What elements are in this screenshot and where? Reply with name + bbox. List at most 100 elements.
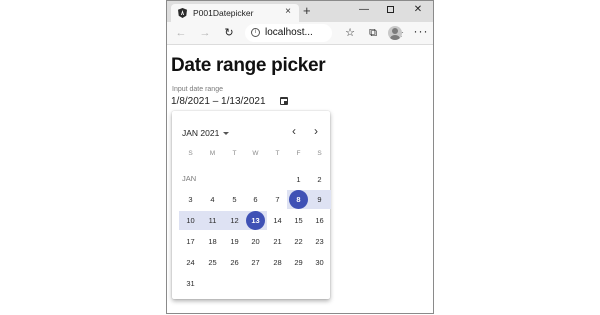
calendar-day[interactable]: 19	[224, 231, 245, 252]
minimize-icon[interactable]: —	[351, 2, 377, 18]
address-bar[interactable]: i localhost... ☆	[245, 24, 404, 42]
date-range-label: Input date range	[172, 86, 223, 93]
calendar-day-label: 3	[188, 195, 193, 204]
collections-icon[interactable]: ⧉	[365, 26, 381, 40]
calendar-day[interactable]: 9	[309, 189, 330, 210]
period-label[interactable]: JAN 2021	[182, 128, 219, 138]
calendar-day[interactable]: 15	[288, 210, 309, 231]
calendar-day[interactable]: 21	[267, 231, 288, 252]
calendar-day-label: 18	[208, 237, 217, 246]
previous-month-icon[interactable]: ‹	[287, 125, 301, 139]
calendar-day-label: 5	[232, 195, 237, 204]
weekday-label: F	[296, 150, 301, 157]
profile-icon[interactable]	[388, 26, 402, 40]
back-icon[interactable]: ←	[173, 26, 189, 40]
browser-toolbar: ← → ↻ i localhost... ☆ ☆ ⧉ ···	[167, 22, 433, 45]
range-end-day[interactable]: 13	[245, 210, 266, 231]
tab-close-icon[interactable]: ×	[285, 6, 291, 18]
weekday-label: S	[188, 150, 193, 157]
angular-icon	[178, 8, 187, 18]
month-label: JAN	[182, 174, 197, 183]
range-start-day[interactable]: 8	[288, 189, 309, 210]
period-button[interactable]: JAN 2021	[182, 128, 230, 138]
calendar-day[interactable]: 2	[309, 169, 330, 190]
calendar-day-label: 30	[315, 258, 324, 267]
calendar-day[interactable]: 22	[288, 231, 309, 252]
calendar-day[interactable]: 20	[245, 231, 266, 252]
info-icon[interactable]: i	[251, 28, 260, 37]
calendar-day-label: 14	[273, 216, 282, 225]
maximize-icon[interactable]	[377, 2, 403, 18]
calendar-day-label: 1	[296, 175, 301, 184]
date-range-input[interactable]: 1/8/2021 – 1/13/2021	[171, 96, 266, 107]
browser-window: P001Datepicker × + — ✕ ← → ↻ i localhost…	[166, 0, 434, 314]
address-text[interactable]: localhost...	[265, 27, 313, 38]
weekday-label: T	[275, 150, 280, 157]
calendar-day[interactable]: 29	[288, 252, 309, 273]
calendar-day[interactable]: 26	[224, 252, 245, 273]
tab-title: P001Datepicker	[193, 8, 254, 18]
forward-icon[interactable]: →	[197, 26, 213, 40]
calendar-day-label: 29	[294, 258, 303, 267]
calendar-day[interactable]: 31	[180, 273, 201, 294]
calendar-day-label: 15	[294, 216, 303, 225]
weekday-label: M	[209, 150, 216, 157]
calendar-day[interactable]: 6	[245, 189, 266, 210]
title-bar: P001Datepicker × + — ✕	[167, 1, 433, 22]
new-tab-icon[interactable]: +	[303, 4, 311, 18]
calendar-day-label: 9	[317, 195, 322, 204]
calendar-day[interactable]: 5	[224, 189, 245, 210]
calendar-day[interactable]: 24	[180, 252, 201, 273]
calendar-day-label: 6	[253, 195, 258, 204]
close-icon[interactable]: ✕	[405, 2, 431, 18]
browser-tab[interactable]: P001Datepicker ×	[171, 4, 299, 22]
calendar-day-label: 16	[315, 216, 324, 225]
calendar-day[interactable]: 25	[202, 252, 223, 273]
calendar-day[interactable]: 23	[309, 231, 330, 252]
calendar-day-label: 25	[208, 258, 217, 267]
calendar-day[interactable]: 3	[180, 189, 201, 210]
more-icon[interactable]: ···	[413, 24, 429, 38]
calendar-day-label: 11	[208, 216, 217, 225]
calendar-day-label: 4	[210, 195, 215, 204]
weekday-label: W	[252, 150, 259, 157]
reload-icon[interactable]: ↻	[221, 26, 237, 40]
calendar-day-label: 22	[294, 237, 303, 246]
favorites-icon[interactable]: ☆	[342, 26, 358, 40]
calendar-day-label: 12	[230, 216, 239, 225]
calendar-day-label: 27	[251, 258, 260, 267]
calendar-day-label: 8	[296, 195, 301, 204]
calendar-toggle-icon[interactable]	[280, 97, 288, 105]
calendar-day-label: 13	[251, 216, 260, 225]
calendar-day[interactable]: 16	[309, 210, 330, 231]
calendar-day[interactable]: 10	[180, 210, 201, 231]
next-month-icon[interactable]: ›	[309, 125, 323, 139]
calendar-popup: JAN 2021 ‹ › JAN S M T W T F S 1 2 3 4 5 6 7 8 9 10 11 12 1…	[172, 111, 331, 299]
calendar-day-label: 26	[230, 258, 239, 267]
calendar-day-label: 20	[251, 237, 260, 246]
calendar-day-label: 17	[186, 237, 195, 246]
page-title: Date range picker	[171, 55, 326, 76]
calendar-day[interactable]: 18	[202, 231, 223, 252]
calendar-day[interactable]: 1	[288, 169, 309, 190]
calendar-day-label: 10	[186, 216, 195, 225]
calendar-day-label: 2	[317, 175, 322, 184]
calendar-day-label: 28	[273, 258, 282, 267]
calendar-day-label: 24	[186, 258, 195, 267]
calendar-day[interactable]: 17	[180, 231, 201, 252]
calendar-day[interactable]: 12	[224, 210, 245, 231]
calendar-day[interactable]: 28	[267, 252, 288, 273]
calendar-day-label: 19	[230, 237, 239, 246]
calendar-day[interactable]: 4	[202, 189, 223, 210]
calendar-day[interactable]: 7	[267, 189, 288, 210]
chevron-down-icon[interactable]	[223, 132, 230, 136]
calendar-day[interactable]: 27	[245, 252, 266, 273]
weekday-label: S	[317, 150, 322, 157]
calendar-day-label: 21	[273, 237, 282, 246]
weekday-label: T	[232, 150, 237, 157]
calendar-day-label: 31	[186, 279, 195, 288]
calendar-day[interactable]: 30	[309, 252, 330, 273]
calendar-day-label: 7	[275, 195, 280, 204]
calendar-day[interactable]: 11	[202, 210, 223, 231]
calendar-day[interactable]: 14	[267, 210, 288, 231]
